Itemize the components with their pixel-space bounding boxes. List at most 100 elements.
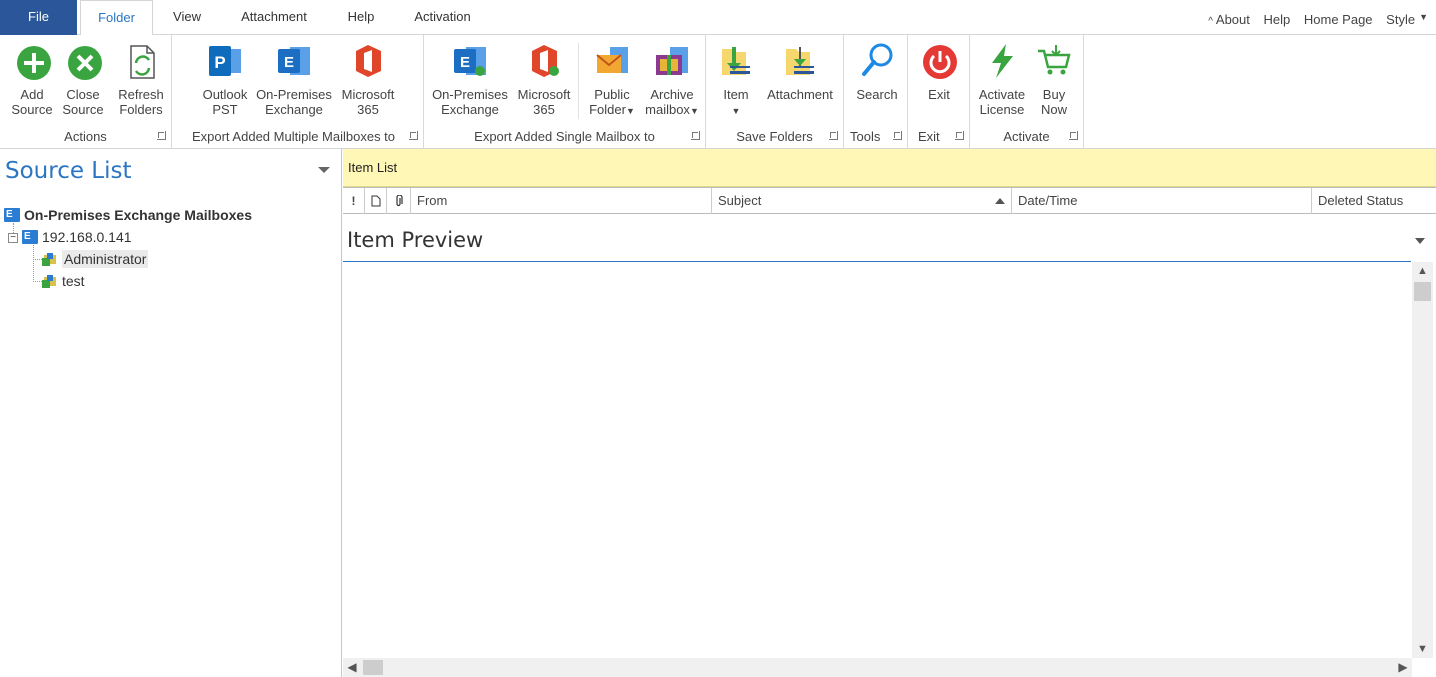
item-preview-divider — [343, 261, 1411, 262]
tree-server-node[interactable]: 192.168.0.141 — [22, 227, 132, 247]
add-source-button[interactable]: Add Source — [10, 41, 54, 117]
scroll-up-icon[interactable]: ▲ — [1412, 262, 1433, 280]
tab-activation[interactable]: Activation — [400, 0, 485, 35]
mailbox-icon — [42, 275, 56, 288]
column-deleted-status[interactable]: Deleted Status — [1312, 188, 1434, 214]
archive-mailbox-icon — [656, 47, 688, 75]
export-single-launcher-icon[interactable] — [691, 131, 700, 140]
svg-text:E: E — [460, 54, 470, 71]
scroll-right-icon[interactable]: ▶ — [1394, 658, 1412, 677]
home-page-link[interactable]: Home Page — [1304, 12, 1373, 27]
save-folders-group: Item ▼ Attachment Save Folders — [706, 35, 844, 148]
top-right-links: ^ About Help Home Page Style ▼ — [1198, 0, 1428, 35]
source-list-dropdown-icon[interactable] — [318, 167, 330, 173]
tree-root-node[interactable]: On-Premises Exchange Mailboxes — [4, 205, 252, 225]
export-single-group-label: Export Added Single Mailbox to — [474, 129, 655, 144]
document-icon — [371, 195, 380, 207]
save-folders-group-label: Save Folders — [736, 129, 813, 144]
tools-group: Search Tools — [844, 35, 908, 148]
microsoft-365-icon — [356, 45, 381, 77]
exchange-icon: E — [454, 47, 486, 76]
item-list-title: Item List — [348, 160, 398, 175]
tree-mailbox-test[interactable]: test — [42, 271, 85, 291]
search-icon — [862, 43, 893, 76]
export-multiple-launcher-icon[interactable] — [409, 131, 418, 140]
tree-line — [33, 259, 42, 260]
scroll-thumb[interactable] — [363, 660, 383, 675]
export-single-group: E On-Premises Exchange Microsoft 365 Pub… — [424, 35, 706, 148]
item-list-header: Item List — [343, 149, 1436, 187]
scroll-left-icon[interactable]: ◀ — [343, 658, 361, 677]
tab-folder[interactable]: Folder — [80, 0, 153, 36]
svg-text:P: P — [214, 53, 225, 72]
ribbon-separator — [578, 43, 579, 119]
preview-vertical-scrollbar[interactable]: ▲ ▼ — [1412, 262, 1433, 658]
save-attachment-button[interactable]: Attachment — [762, 41, 838, 102]
item-preview-dropdown-icon[interactable] — [1415, 238, 1425, 244]
shopping-cart-icon — [1038, 45, 1071, 75]
scroll-down-icon[interactable]: ▼ — [1412, 640, 1433, 658]
preview-horizontal-scrollbar[interactable]: ◀ ▶ — [343, 658, 1412, 677]
export-multiple-group: P Outlook PST E On-Premises Exchange Mic… — [172, 35, 424, 148]
sort-ascending-icon — [995, 198, 1005, 204]
source-list-pane: Source List On-Premises Exchange Mailbox… — [0, 149, 342, 677]
search-button[interactable]: Search — [854, 41, 900, 102]
tools-launcher-icon[interactable] — [893, 131, 902, 140]
export-multiple-m365-button[interactable]: Microsoft 365 — [338, 41, 398, 117]
style-caret-icon[interactable]: ▼ — [1419, 12, 1428, 22]
menu-bar: File Folder View Attachment Help Activat… — [0, 0, 1436, 36]
svg-text:E: E — [284, 54, 294, 71]
refresh-folders-button[interactable]: Refresh Folders — [115, 41, 167, 117]
about-link[interactable]: About — [1216, 12, 1250, 27]
public-folder-icon — [596, 47, 628, 73]
archive-mailbox-button[interactable]: Archive mailbox▼ — [642, 41, 702, 119]
tree-mailbox-administrator[interactable]: Administrator — [42, 249, 149, 269]
exit-button[interactable]: Exit — [918, 41, 960, 102]
archive-mailbox-dropdown-icon[interactable]: ▼ — [690, 106, 699, 116]
save-item-dropdown-icon[interactable]: ▼ — [732, 106, 741, 116]
buy-now-button[interactable]: Buy Now — [1032, 41, 1076, 117]
close-source-button[interactable]: Close Source — [60, 41, 106, 117]
export-single-m365-button[interactable]: Microsoft 365 — [514, 41, 574, 117]
activate-group: Activate License Buy Now Activate — [970, 35, 1084, 148]
close-circle-icon — [68, 46, 102, 80]
export-multiple-pst-button[interactable]: P Outlook PST — [198, 41, 252, 117]
public-folder-dropdown-icon[interactable]: ▼ — [626, 106, 635, 116]
outlook-pst-icon: P — [209, 46, 241, 76]
mailbox-icon — [42, 253, 56, 266]
collapse-icon[interactable]: − — [8, 233, 18, 243]
public-folder-button[interactable]: Public Folder▼ — [584, 41, 640, 119]
export-single-exchange-button[interactable]: E On-Premises Exchange — [430, 41, 510, 117]
item-list-columns: ! From Subject Date/Time Deleted Status — [343, 187, 1436, 214]
tab-help[interactable]: Help — [336, 0, 386, 35]
actions-group-label: Actions — [64, 129, 107, 144]
refresh-document-icon — [130, 45, 155, 79]
tab-view[interactable]: View — [160, 0, 214, 35]
item-preview-title: Item Preview — [347, 228, 484, 252]
tree-line — [33, 245, 34, 282]
export-multiple-exchange-button[interactable]: E On-Premises Exchange — [254, 41, 334, 117]
column-date-time[interactable]: Date/Time — [1012, 188, 1312, 214]
exit-launcher-icon[interactable] — [955, 131, 964, 140]
power-icon — [923, 45, 957, 79]
collapse-ribbon-icon[interactable]: ^ — [1208, 16, 1213, 27]
save-item-folder-icon — [722, 47, 750, 75]
activate-license-button[interactable]: Activate License — [976, 41, 1028, 117]
help-link[interactable]: Help — [1264, 12, 1291, 27]
tab-file[interactable]: File — [0, 0, 77, 35]
style-menu[interactable]: Style — [1386, 12, 1415, 27]
tab-attachment[interactable]: Attachment — [228, 0, 320, 35]
column-type-icon[interactable] — [365, 188, 387, 214]
activate-launcher-icon[interactable] — [1069, 131, 1078, 140]
actions-launcher-icon[interactable] — [157, 131, 166, 140]
activate-group-label: Activate — [1003, 129, 1050, 144]
save-item-button[interactable]: Item ▼ — [714, 41, 758, 119]
scroll-thumb[interactable] — [1414, 282, 1431, 301]
plus-circle-icon — [17, 46, 51, 80]
source-list-title: Source List — [5, 158, 132, 184]
column-subject[interactable]: Subject — [712, 188, 1012, 214]
save-folders-launcher-icon[interactable] — [829, 131, 838, 140]
column-attachment-icon[interactable] — [387, 188, 411, 214]
column-from[interactable]: From — [411, 188, 712, 214]
column-importance[interactable]: ! — [343, 188, 365, 214]
